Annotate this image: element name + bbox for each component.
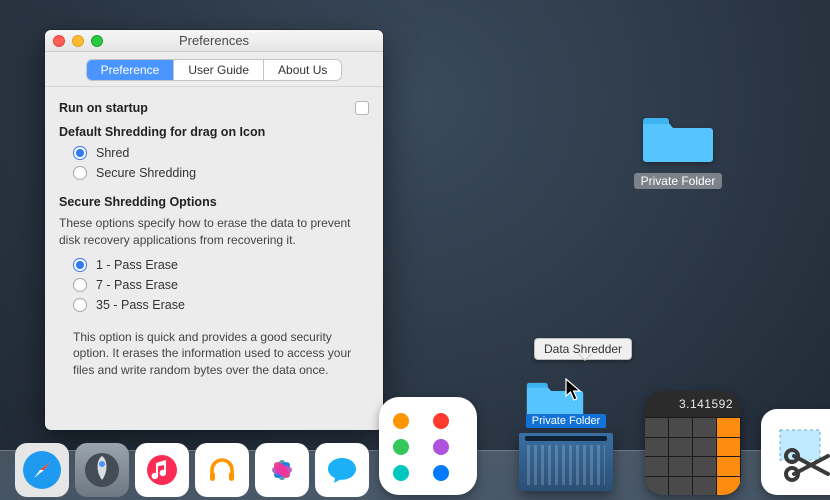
speech-bubble-icon — [322, 450, 362, 490]
tab-user-guide[interactable]: User Guide — [174, 60, 264, 80]
shredder-icon — [519, 433, 613, 491]
calculator-keys-icon — [645, 417, 741, 495]
dock-itunes[interactable] — [135, 443, 189, 497]
default-shredding-heading: Default Shredding for drag on Icon — [59, 125, 369, 139]
flower-icon — [262, 450, 302, 490]
zoom-icon[interactable] — [91, 35, 103, 47]
dock-audiobooks[interactable] — [195, 443, 249, 497]
scissors-icon — [770, 418, 830, 486]
radio-label: 35 - Pass Erase — [96, 298, 185, 312]
radio-icon — [73, 146, 87, 160]
radio-7-pass[interactable]: 7 - Pass Erase — [73, 275, 369, 295]
minimize-icon[interactable] — [72, 35, 84, 47]
radio-icon — [73, 298, 87, 312]
radio-1-pass[interactable]: 1 - Pass Erase — [73, 255, 369, 275]
radio-label: Secure Shredding — [96, 166, 196, 180]
dock-messages[interactable] — [315, 443, 369, 497]
pass-desc: This option is quick and provides a good… — [59, 321, 369, 379]
dot-icon — [393, 413, 409, 429]
tab-about-us[interactable]: About Us — [264, 60, 341, 80]
radio-icon — [73, 166, 87, 180]
run-on-startup-label: Run on startup — [59, 101, 148, 115]
desktop-folder-label: Private Folder — [634, 173, 723, 189]
dock-launchpad[interactable] — [75, 443, 129, 497]
default-shredding-group: Shred Secure Shredding — [59, 141, 369, 189]
dock-safari[interactable] — [15, 443, 69, 497]
dot-icon — [433, 439, 449, 455]
shredder-drag-label: Private Folder — [526, 414, 606, 428]
window-controls — [53, 35, 103, 47]
radio-secure-shredding[interactable]: Secure Shredding — [73, 163, 369, 183]
preferences-content: Run on startup Default Shredding for dra… — [45, 87, 383, 389]
dock-calculator[interactable]: 3.141592 — [645, 391, 741, 495]
shredder-drag-target: Private Folder — [526, 378, 606, 435]
calculator-display: 3.141592 — [645, 391, 741, 417]
pass-erase-group: 1 - Pass Erase 7 - Pass Erase 35 - Pass … — [59, 253, 369, 321]
radio-icon — [73, 258, 87, 272]
radio-label: 1 - Pass Erase — [96, 258, 178, 272]
radio-35-pass[interactable]: 35 - Pass Erase — [73, 295, 369, 315]
secure-options-heading: Secure Shredding Options — [59, 195, 369, 209]
dock-items — [15, 443, 369, 497]
rocket-icon — [82, 450, 122, 490]
headphones-icon — [202, 450, 242, 490]
close-icon[interactable] — [53, 35, 65, 47]
dot-icon — [393, 439, 409, 455]
folder-icon — [642, 112, 714, 164]
radio-icon — [73, 278, 87, 292]
tab-bar: Preference User Guide About Us — [45, 52, 383, 87]
dot-icon — [393, 465, 409, 481]
segmented-control: Preference User Guide About Us — [87, 60, 342, 80]
dock-photos[interactable] — [255, 443, 309, 497]
tab-preference[interactable]: Preference — [87, 60, 175, 80]
dock-tooltip: Data Shredder — [534, 338, 632, 360]
radio-label: 7 - Pass Erase — [96, 278, 178, 292]
preferences-window: Preferences Preference User Guide About … — [45, 30, 383, 430]
radio-label: Shred — [96, 146, 129, 160]
titlebar[interactable]: Preferences — [45, 30, 383, 52]
run-on-startup-row: Run on startup — [59, 97, 369, 119]
dot-icon — [433, 413, 449, 429]
run-on-startup-checkbox[interactable] — [355, 101, 369, 115]
dock-screenshot[interactable] — [761, 409, 830, 495]
dot-icon — [433, 465, 449, 481]
music-note-icon — [142, 450, 182, 490]
desktop-folder-private[interactable]: Private Folder — [628, 112, 728, 190]
compass-icon — [20, 448, 64, 492]
radio-shred[interactable]: Shred — [73, 143, 369, 163]
dock-reminders[interactable] — [379, 397, 477, 495]
secure-options-desc: These options specify how to erase the d… — [59, 211, 369, 253]
dock-data-shredder[interactable]: Private Folder — [502, 378, 630, 496]
